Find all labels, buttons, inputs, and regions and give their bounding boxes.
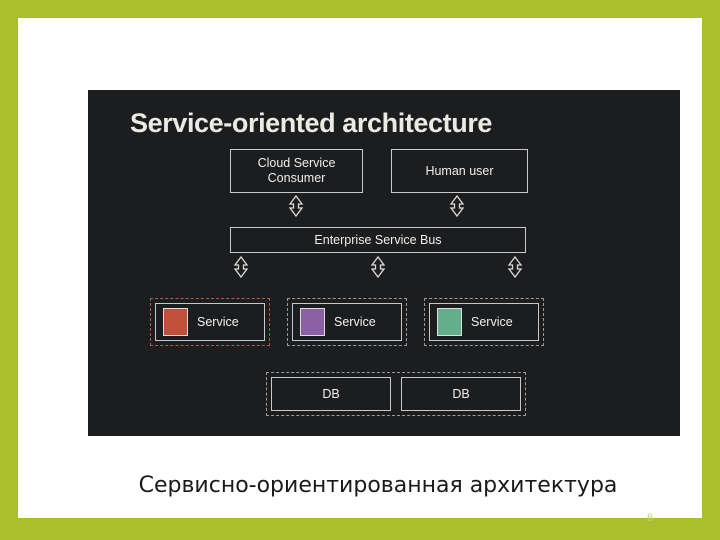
service-2-label: Service <box>334 315 376 329</box>
node-database-2: DB <box>401 377 521 411</box>
arrow-bus-to-service-2-icon <box>370 256 386 286</box>
node-service-2: Service <box>292 303 402 341</box>
presentation-slide: Service-oriented architecture Cloud Serv… <box>0 0 720 540</box>
node-cloud-service-consumer: Cloud Service Consumer <box>230 149 363 193</box>
node-human-user: Human user <box>391 149 528 193</box>
database-group: DB DB <box>266 372 526 416</box>
node-service-3: Service <box>429 303 539 341</box>
slide-canvas: Service-oriented architecture Cloud Serv… <box>18 18 702 524</box>
node-enterprise-service-bus: Enterprise Service Bus <box>230 227 526 253</box>
arrow-consumer-to-bus-icon <box>288 195 304 225</box>
service-group-2: Service <box>287 298 407 346</box>
service-group-1: Service <box>150 298 270 346</box>
service-3-color-swatch <box>437 308 462 336</box>
node-database-1: DB <box>271 377 391 411</box>
service-1-label: Service <box>197 315 239 329</box>
service-3-label: Service <box>471 315 513 329</box>
service-2-color-swatch <box>300 308 325 336</box>
service-1-color-swatch <box>163 308 188 336</box>
arrow-bus-to-service-1-icon <box>233 256 249 286</box>
page-number: 6 <box>647 512 654 524</box>
node-service-1: Service <box>155 303 265 341</box>
arrow-bus-to-service-3-icon <box>507 256 523 286</box>
arrow-human-to-bus-icon <box>449 195 465 225</box>
soa-diagram-image: Service-oriented architecture Cloud Serv… <box>88 90 680 436</box>
slide-caption: Сервисно-ориентированная архитектура <box>138 473 618 498</box>
service-group-3: Service <box>424 298 544 346</box>
diagram-title: Service-oriented architecture <box>130 108 493 138</box>
